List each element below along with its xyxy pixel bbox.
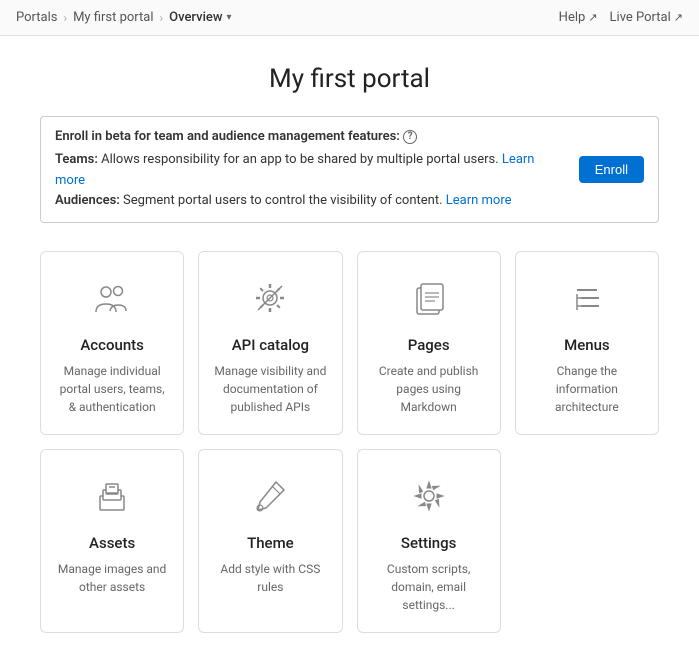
api-catalog-title: API catalog — [232, 336, 309, 354]
theme-desc: Add style with CSS rules — [213, 560, 327, 596]
card-assets[interactable]: Assets Manage images and other assets — [40, 449, 184, 633]
top-nav: Portals › My first portal › Overview ▾ H… — [0, 0, 699, 36]
pages-desc: Create and publish pages using Markdown — [372, 362, 486, 416]
card-menus[interactable]: Menus Change the information architectur… — [515, 251, 659, 435]
assets-icon — [86, 470, 138, 522]
menus-desc: Change the information architecture — [530, 362, 644, 416]
card-api-catalog[interactable]: API catalog Manage visibility and docume… — [198, 251, 342, 435]
assets-desc: Manage images and other assets — [55, 560, 169, 596]
card-theme[interactable]: Theme Add style with CSS rules — [198, 449, 342, 633]
help-tooltip-icon[interactable]: ? — [403, 130, 417, 144]
accounts-title: Accounts — [80, 336, 144, 354]
breadcrumb-dropdown-arrow-icon[interactable]: ▾ — [227, 12, 232, 23]
enroll-text: Enroll in beta for team and audience man… — [55, 127, 567, 212]
breadcrumb-sep-1: › — [63, 11, 67, 25]
theme-title: Theme — [247, 534, 294, 552]
enroll-teams-learn-more[interactable]: Learn more — [55, 152, 534, 188]
breadcrumb: Portals › My first portal › Overview ▾ — [16, 10, 232, 25]
main-content: My first portal Enroll in beta for team … — [0, 36, 699, 653]
theme-icon — [244, 470, 296, 522]
accounts-icon — [86, 272, 138, 324]
enroll-teams-label: Teams: — [55, 152, 98, 167]
settings-title: Settings — [401, 534, 457, 552]
live-portal-label: Live Portal — [610, 10, 671, 25]
enroll-banner: Enroll in beta for team and audience man… — [40, 116, 659, 223]
settings-desc: Custom scripts, domain, email settings..… — [372, 560, 486, 614]
card-empty — [515, 449, 659, 633]
accounts-desc: Manage individual portal users, teams, &… — [55, 362, 169, 416]
breadcrumb-portal-link[interactable]: My first portal — [73, 10, 153, 25]
card-pages[interactable]: Pages Create and publish pages using Mar… — [357, 251, 501, 435]
assets-title: Assets — [89, 534, 135, 552]
card-accounts[interactable]: Accounts Manage individual portal users,… — [40, 251, 184, 435]
enroll-audiences-line: Audiences: Segment portal users to contr… — [55, 191, 567, 212]
live-portal-link[interactable]: Live Portal ↗ — [610, 10, 683, 25]
breadcrumb-portals-link[interactable]: Portals — [16, 10, 57, 25]
settings-icon — [403, 470, 455, 522]
live-portal-external-icon: ↗ — [674, 11, 683, 24]
breadcrumb-current: Overview ▾ — [169, 10, 231, 25]
nav-links: Help ↗ Live Portal ↗ — [559, 10, 683, 25]
enroll-teams-line: Teams: Allows responsibility for an app … — [55, 150, 567, 192]
help-label: Help — [559, 10, 586, 25]
page-title: My first portal — [40, 64, 659, 94]
menus-title: Menus — [564, 336, 610, 354]
enroll-audiences-learn-more[interactable]: Learn more — [446, 193, 512, 208]
cards-top-row: Accounts Manage individual portal users,… — [40, 251, 659, 435]
help-external-icon: ↗ — [588, 11, 597, 24]
cards-bottom-row: Assets Manage images and other assets Th… — [40, 449, 659, 633]
card-settings[interactable]: Settings Custom scripts, domain, email s… — [357, 449, 501, 633]
api-catalog-desc: Manage visibility and documentation of p… — [213, 362, 327, 416]
menus-icon — [561, 272, 613, 324]
pages-title: Pages — [408, 336, 450, 354]
enroll-button[interactable]: Enroll — [579, 156, 644, 183]
breadcrumb-current-label: Overview — [169, 10, 222, 25]
enroll-title: Enroll in beta for team and audience man… — [55, 127, 567, 148]
pages-icon — [403, 272, 455, 324]
breadcrumb-sep-2: › — [160, 11, 164, 25]
enroll-audiences-label: Audiences: — [55, 193, 120, 208]
api-catalog-icon — [244, 272, 296, 324]
help-link[interactable]: Help ↗ — [559, 10, 598, 25]
